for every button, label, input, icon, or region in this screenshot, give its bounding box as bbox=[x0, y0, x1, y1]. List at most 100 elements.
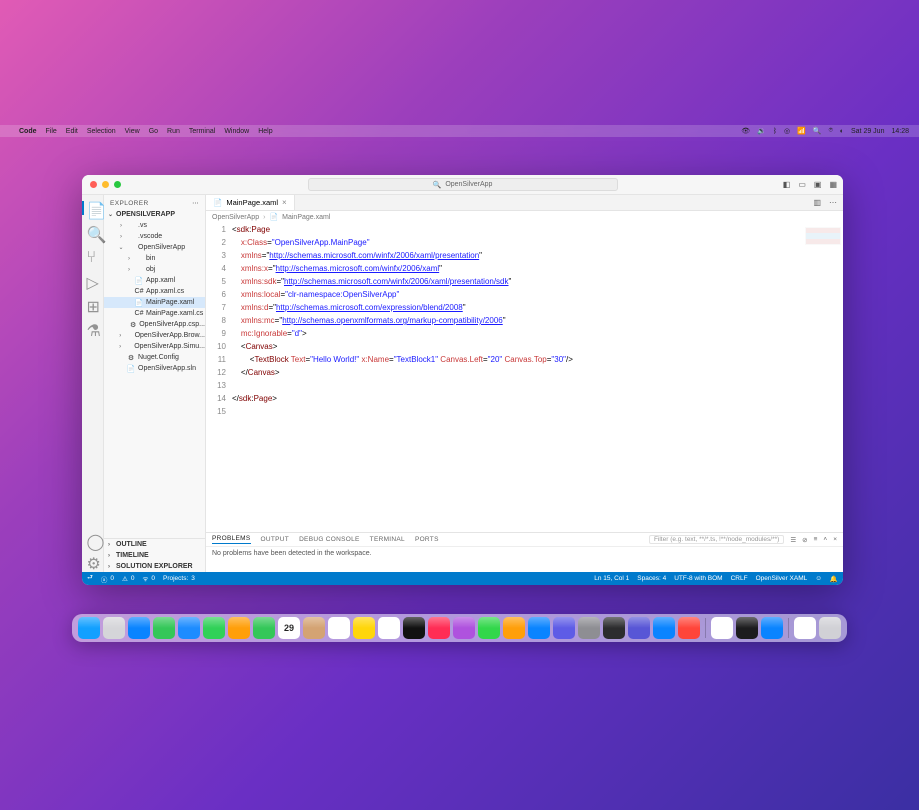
dock-app-facetime[interactable] bbox=[253, 617, 275, 639]
split-editor-icon[interactable]: ▥ bbox=[813, 198, 821, 207]
status-errors[interactable]: ⓧ 0 bbox=[101, 574, 114, 584]
minimize-button[interactable] bbox=[102, 181, 109, 188]
test-icon[interactable]: ⚗ bbox=[87, 321, 99, 333]
command-center[interactable]: 🔍 OpenSilverApp bbox=[308, 178, 618, 191]
menu-selection[interactable]: Selection bbox=[87, 128, 116, 135]
dock-app-appstore[interactable] bbox=[528, 617, 550, 639]
dock-app-tool-a[interactable] bbox=[628, 617, 650, 639]
breadcrumb-file[interactable]: MainPage.xaml bbox=[282, 214, 330, 221]
dock-app-terminal[interactable] bbox=[736, 617, 758, 639]
source-control-icon[interactable]: ⑂ bbox=[87, 249, 99, 261]
folder--vscode[interactable]: ›.vscode bbox=[104, 231, 205, 242]
dock-app-photos[interactable] bbox=[228, 617, 250, 639]
dock-app-chrome[interactable] bbox=[711, 617, 733, 639]
dock-app-pages[interactable] bbox=[503, 617, 525, 639]
code-content[interactable]: <sdk:Page x:Class="OpenSilverApp.MainPag… bbox=[232, 223, 843, 418]
breadcrumb-folder[interactable]: OpenSilverApp bbox=[212, 214, 259, 221]
tab-mainpage-xaml[interactable]: 📄 MainPage.xaml × bbox=[206, 195, 295, 210]
dock-app-vscode[interactable] bbox=[761, 617, 783, 639]
dock-app-safari[interactable] bbox=[128, 617, 150, 639]
folder-opensilverapp-simu-[interactable]: ›OpenSilverApp.Simu... bbox=[104, 341, 205, 352]
zoom-button[interactable] bbox=[114, 181, 121, 188]
dock-app-tool-b[interactable] bbox=[653, 617, 675, 639]
file-app-xaml-cs[interactable]: C#App.xaml.cs bbox=[104, 286, 205, 297]
wifi-icon[interactable]: 📶 bbox=[797, 127, 806, 135]
status-lncol[interactable]: Ln 15, Col 1 bbox=[594, 575, 629, 583]
layout-panel2-icon[interactable]: ▣ bbox=[814, 180, 822, 189]
control-center-icon[interactable]: ⌾ bbox=[829, 127, 833, 135]
dock-app-safari-tech[interactable] bbox=[553, 617, 575, 639]
dock-app-contacts[interactable] bbox=[303, 617, 325, 639]
dock-app-tool-c[interactable] bbox=[678, 617, 700, 639]
dock-app-tv[interactable] bbox=[403, 617, 425, 639]
menu-go[interactable]: Go bbox=[149, 128, 158, 135]
layout-panel-icon[interactable]: ◧ bbox=[783, 180, 791, 189]
airdrop-icon[interactable]: ◎ bbox=[784, 127, 790, 135]
status-eol[interactable]: CRLF bbox=[731, 575, 748, 583]
menubar-app-name[interactable]: Code bbox=[19, 128, 37, 135]
menu-view[interactable]: View bbox=[125, 128, 140, 135]
spotlight-icon[interactable]: 🔍 bbox=[813, 127, 822, 135]
file-nuget-config[interactable]: ⚙Nuget.Config bbox=[104, 352, 205, 363]
menu-terminal[interactable]: Terminal bbox=[189, 128, 215, 135]
close-tab-icon[interactable]: × bbox=[282, 198, 287, 207]
dock-app-numbers[interactable] bbox=[478, 617, 500, 639]
extensions-icon[interactable]: ⊞ bbox=[87, 297, 99, 309]
maximize-panel-icon[interactable]: ˄ bbox=[823, 536, 827, 543]
dock-app-notes[interactable] bbox=[353, 617, 375, 639]
problems-tab[interactable]: PROBLEMS bbox=[212, 535, 251, 544]
bluetooth-icon[interactable]: ᛒ bbox=[773, 128, 777, 135]
menu-help[interactable]: Help bbox=[258, 128, 272, 135]
volume-icon[interactable]: 🔉 bbox=[757, 127, 766, 135]
folder-root[interactable]: OPENSILVERAPP bbox=[104, 209, 205, 220]
terminal-tab[interactable]: TERMINAL bbox=[370, 536, 405, 543]
dock-app-help[interactable] bbox=[578, 617, 600, 639]
minimap[interactable] bbox=[805, 227, 841, 245]
dock-app-music[interactable] bbox=[428, 617, 450, 639]
folder-bin[interactable]: ›bin bbox=[104, 253, 205, 264]
dock-app-messages[interactable] bbox=[153, 617, 175, 639]
close-panel-icon[interactable]: × bbox=[833, 536, 837, 543]
menubar-date[interactable]: Sat 29 Jun bbox=[851, 128, 884, 135]
dock-app-podcasts[interactable] bbox=[453, 617, 475, 639]
menu-file[interactable]: File bbox=[46, 128, 57, 135]
explorer-icon[interactable]: 📄 bbox=[87, 201, 99, 213]
run-debug-icon[interactable]: ▷ bbox=[87, 273, 99, 285]
dock-app-reminders[interactable] bbox=[328, 617, 350, 639]
timeline-section[interactable]: TIMELINE bbox=[104, 550, 205, 561]
dock-app-finder[interactable] bbox=[78, 617, 100, 639]
dock-app-calendar[interactable]: 29 bbox=[278, 617, 300, 639]
layout-sidebar-icon[interactable]: ▭ bbox=[798, 180, 806, 189]
code-editor[interactable]: 123456789101112131415 <sdk:Page x:Class=… bbox=[206, 223, 843, 532]
menu-edit[interactable]: Edit bbox=[66, 128, 78, 135]
notifications-icon[interactable]: 🔔 bbox=[830, 575, 838, 583]
siri-icon[interactable]: ◐ bbox=[840, 128, 844, 135]
file-app-xaml[interactable]: 📄App.xaml bbox=[104, 275, 205, 286]
status-encoding[interactable]: UTF-8 with BOM bbox=[674, 575, 722, 583]
clear-icon[interactable]: ⊘ bbox=[802, 536, 807, 544]
folder-obj[interactable]: ›obj bbox=[104, 264, 205, 275]
outline-section[interactable]: OUTLINE bbox=[104, 539, 205, 550]
remote-indicator[interactable]: ⮐ bbox=[87, 573, 93, 584]
menubar-time[interactable]: 14:28 bbox=[891, 128, 909, 135]
account-icon[interactable]: ◯ bbox=[87, 532, 99, 544]
file-opensilverapp-csp-[interactable]: ⚙OpenSilverApp.csp... bbox=[104, 319, 205, 330]
menu-window[interactable]: Window bbox=[224, 128, 249, 135]
settings-gear-icon[interactable]: ⚙ bbox=[87, 554, 99, 566]
status-lang[interactable]: OpenSilver XAML bbox=[756, 575, 808, 583]
breadcrumb[interactable]: OpenSilverApp › 📄 MainPage.xaml bbox=[206, 211, 843, 223]
dock-app-launchpad[interactable] bbox=[103, 617, 125, 639]
dock-app-mail[interactable] bbox=[178, 617, 200, 639]
file-opensilverapp-sln[interactable]: 📄OpenSilverApp.sln bbox=[104, 363, 205, 374]
solution-explorer-section[interactable]: SOLUTION EXPLORER bbox=[104, 561, 205, 572]
dock-app-freeform[interactable] bbox=[378, 617, 400, 639]
titlebar[interactable]: ← → 🔍 OpenSilverApp ◧ ▭ ▣ ▦ bbox=[82, 175, 843, 195]
sidebar-more-icon[interactable]: ⋯ bbox=[192, 199, 199, 207]
search-activity-icon[interactable]: 🔍 bbox=[87, 225, 99, 237]
status-warnings[interactable]: ⚠ 0 bbox=[122, 575, 134, 583]
dock-app-screenshots[interactable] bbox=[603, 617, 625, 639]
feedback-icon[interactable]: ☺ bbox=[815, 575, 822, 583]
close-button[interactable] bbox=[90, 181, 97, 188]
problems-filter[interactable]: Filter (e.g. text, **/*.ts, !**/node_mod… bbox=[649, 535, 784, 544]
collapse-icon[interactable]: ≡ bbox=[814, 536, 818, 543]
